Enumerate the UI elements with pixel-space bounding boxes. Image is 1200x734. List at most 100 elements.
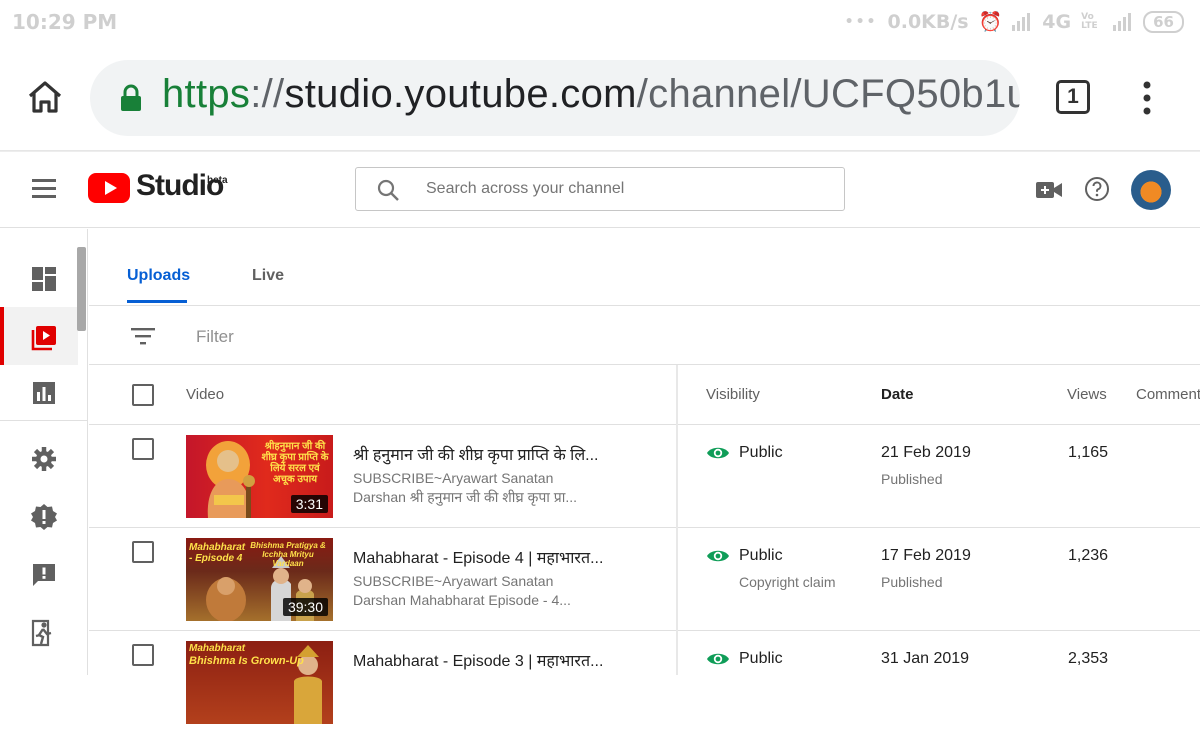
visibility-status[interactable]: Public (739, 547, 783, 565)
url-path: /channel/UCFQ50b1u (636, 72, 1020, 116)
exit-studio-icon (31, 619, 52, 647)
dashboard-icon (32, 267, 56, 291)
video-description: SUBSCRIBE~Aryawart Sanatan Darshan श्री … (353, 469, 603, 507)
public-eye-icon[interactable] (706, 651, 730, 667)
battery-level: 66 (1143, 10, 1184, 33)
visibility-status[interactable]: Public (739, 650, 783, 668)
description-line: Darshan Mahabharat Episode - 4... (353, 592, 571, 608)
beta-label: beta (207, 175, 228, 186)
nav-item-analytics[interactable] (0, 365, 78, 423)
table-row[interactable]: श्रीहनुमान जी की शीघ्र कृपा प्राप्ति के … (89, 425, 1200, 528)
main-content: Uploads Live Filter Video Visibility Dat… (89, 229, 1200, 724)
row-checkbox[interactable] (132, 438, 154, 460)
description-line: SUBSCRIBE~Aryawart Sanatan (353, 573, 554, 589)
help-icon[interactable] (1084, 176, 1110, 202)
settings-gear-icon (32, 447, 56, 471)
row-checkbox[interactable] (132, 644, 154, 666)
search-icon (377, 179, 399, 201)
nav-item-issues[interactable] (0, 489, 78, 547)
table-row[interactable]: Mahabharat - Episode 4 Bhishma Pratigya … (89, 528, 1200, 631)
upload-date: 17 Feb 2019 (881, 547, 971, 564)
nav-item-videos[interactable] (0, 307, 78, 365)
nav-item-feedback[interactable] (0, 547, 78, 605)
column-header-views[interactable]: Views (1067, 386, 1107, 403)
row-checkbox[interactable] (132, 541, 154, 563)
video-title[interactable]: श्री हनुमान जी की शीघ्र कृपा प्राप्ति के… (353, 443, 599, 465)
video-thumbnail[interactable]: श्रीहनुमान जी की शीघ्र कृपा प्राप्ति के … (186, 435, 333, 518)
thumbnail-subcaption: Bhishma Is Grown-Up (189, 655, 304, 667)
column-header-date[interactable]: Date (881, 386, 914, 403)
video-duration: 3:31 (290, 495, 328, 513)
url-text: https://studio.youtube.com/channel/UCFQ5… (162, 72, 1020, 117)
network-speed: 0.0KB/s (887, 10, 969, 33)
column-header-comments[interactable]: Comment (1136, 386, 1200, 403)
video-thumbnail[interactable]: Mahabharat - Episode 4 Bhishma Pratigya … (186, 538, 333, 621)
network-type: 4G (1042, 10, 1072, 33)
volte-label: Vo LTE (1081, 11, 1098, 31)
status-time: 10:29 PM (12, 10, 118, 34)
view-count: 2,353 (1068, 650, 1109, 667)
view-count: 1,165 (1068, 444, 1109, 461)
column-resize-divider[interactable] (676, 365, 678, 675)
signal-icon-2 (1113, 12, 1132, 31)
alarm-icon: ⏰ (978, 11, 1003, 33)
analytics-icon (33, 382, 55, 404)
nav-divider (0, 420, 88, 421)
filter-icon[interactable] (131, 327, 155, 345)
video-thumbnail[interactable]: Mahabharat Bhishma Is Grown-Up (186, 641, 333, 724)
youtube-logo-icon[interactable] (88, 173, 130, 203)
channel-search-input[interactable]: Search across your channel (355, 167, 845, 211)
search-placeholder: Search across your channel (426, 180, 625, 197)
upload-date: 21 Feb 2019 (881, 444, 971, 461)
public-eye-icon[interactable] (706, 445, 730, 461)
thumbnail-caption: Mahabharat (189, 643, 246, 654)
thumbnail-caption: Mahabharat - Episode 4 (189, 542, 246, 564)
view-count: 1,236 (1068, 547, 1109, 564)
home-icon[interactable] (26, 78, 64, 116)
url-host: studio.youtube.com (284, 72, 637, 116)
nav-item-dashboard[interactable] (0, 249, 78, 307)
nav-scrollbar[interactable] (77, 247, 86, 331)
select-all-checkbox[interactable] (132, 384, 154, 406)
tab-switcher-button[interactable]: 1 (1056, 80, 1090, 114)
column-header-visibility[interactable]: Visibility (706, 386, 760, 403)
visibility-status[interactable]: Public (739, 444, 783, 462)
table-row[interactable]: Mahabharat Bhishma Is Grown-Up Mahabhara… (89, 631, 1200, 734)
thumbnail-caption: श्रीहनुमान जी की शीघ्र कृपा प्राप्ति के … (261, 441, 329, 485)
signal-icon (1012, 12, 1031, 31)
public-eye-icon[interactable] (706, 548, 730, 564)
overflow-menu-icon[interactable] (1136, 78, 1158, 118)
active-tab-indicator (127, 300, 187, 303)
hamburger-menu-icon[interactable] (32, 179, 56, 199)
video-title[interactable]: Mahabharat - Episode 4 | महाभारत... (353, 546, 603, 568)
copyright-claim-note[interactable]: Copyright claim (739, 574, 835, 590)
account-avatar[interactable] (1131, 170, 1171, 210)
nav-item-creator-studio-classic[interactable] (0, 605, 78, 663)
upload-date: 31 Jan 2019 (881, 650, 970, 667)
tab-uploads[interactable]: Uploads (127, 267, 190, 285)
thumbnail-subcaption: Bhishma Pratigya & Icchha Mrityu Vardaan (250, 541, 326, 568)
nav-item-settings[interactable] (0, 431, 78, 489)
browser-toolbar: https://studio.youtube.com/channel/UCFQ5… (0, 46, 1200, 150)
alert-badge-icon (31, 504, 57, 530)
status-bar: 10:29 PM ••• 0.0KB/s ⏰ 4G Vo LTE 66 (0, 0, 1200, 46)
studio-header: Studio beta Search across your channel (0, 152, 1200, 228)
filter-divider (89, 364, 1200, 365)
publish-status: Published (881, 574, 943, 590)
video-description: SUBSCRIBE~Aryawart Sanatan Darshan Mahab… (353, 572, 603, 610)
video-title[interactable]: Mahabharat - Episode 3 | महाभारत... (353, 649, 603, 671)
feedback-icon (33, 564, 55, 586)
address-bar[interactable]: https://studio.youtube.com/channel/UCFQ5… (90, 60, 1020, 136)
notification-dots-icon: ••• (844, 13, 878, 30)
left-navigation (0, 229, 88, 675)
create-video-icon[interactable] (1036, 180, 1062, 200)
videos-icon (31, 326, 56, 351)
column-header-video: Video (186, 386, 225, 403)
url-separator: :// (250, 72, 285, 116)
lock-icon (121, 84, 141, 111)
publish-status: Published (881, 471, 943, 487)
tab-live[interactable]: Live (252, 267, 284, 285)
description-line: Darshan श्री हनुमान जी की शीघ्र कृपा प्र… (353, 489, 578, 505)
filter-input[interactable]: Filter (196, 327, 234, 347)
url-scheme: https (162, 72, 251, 116)
